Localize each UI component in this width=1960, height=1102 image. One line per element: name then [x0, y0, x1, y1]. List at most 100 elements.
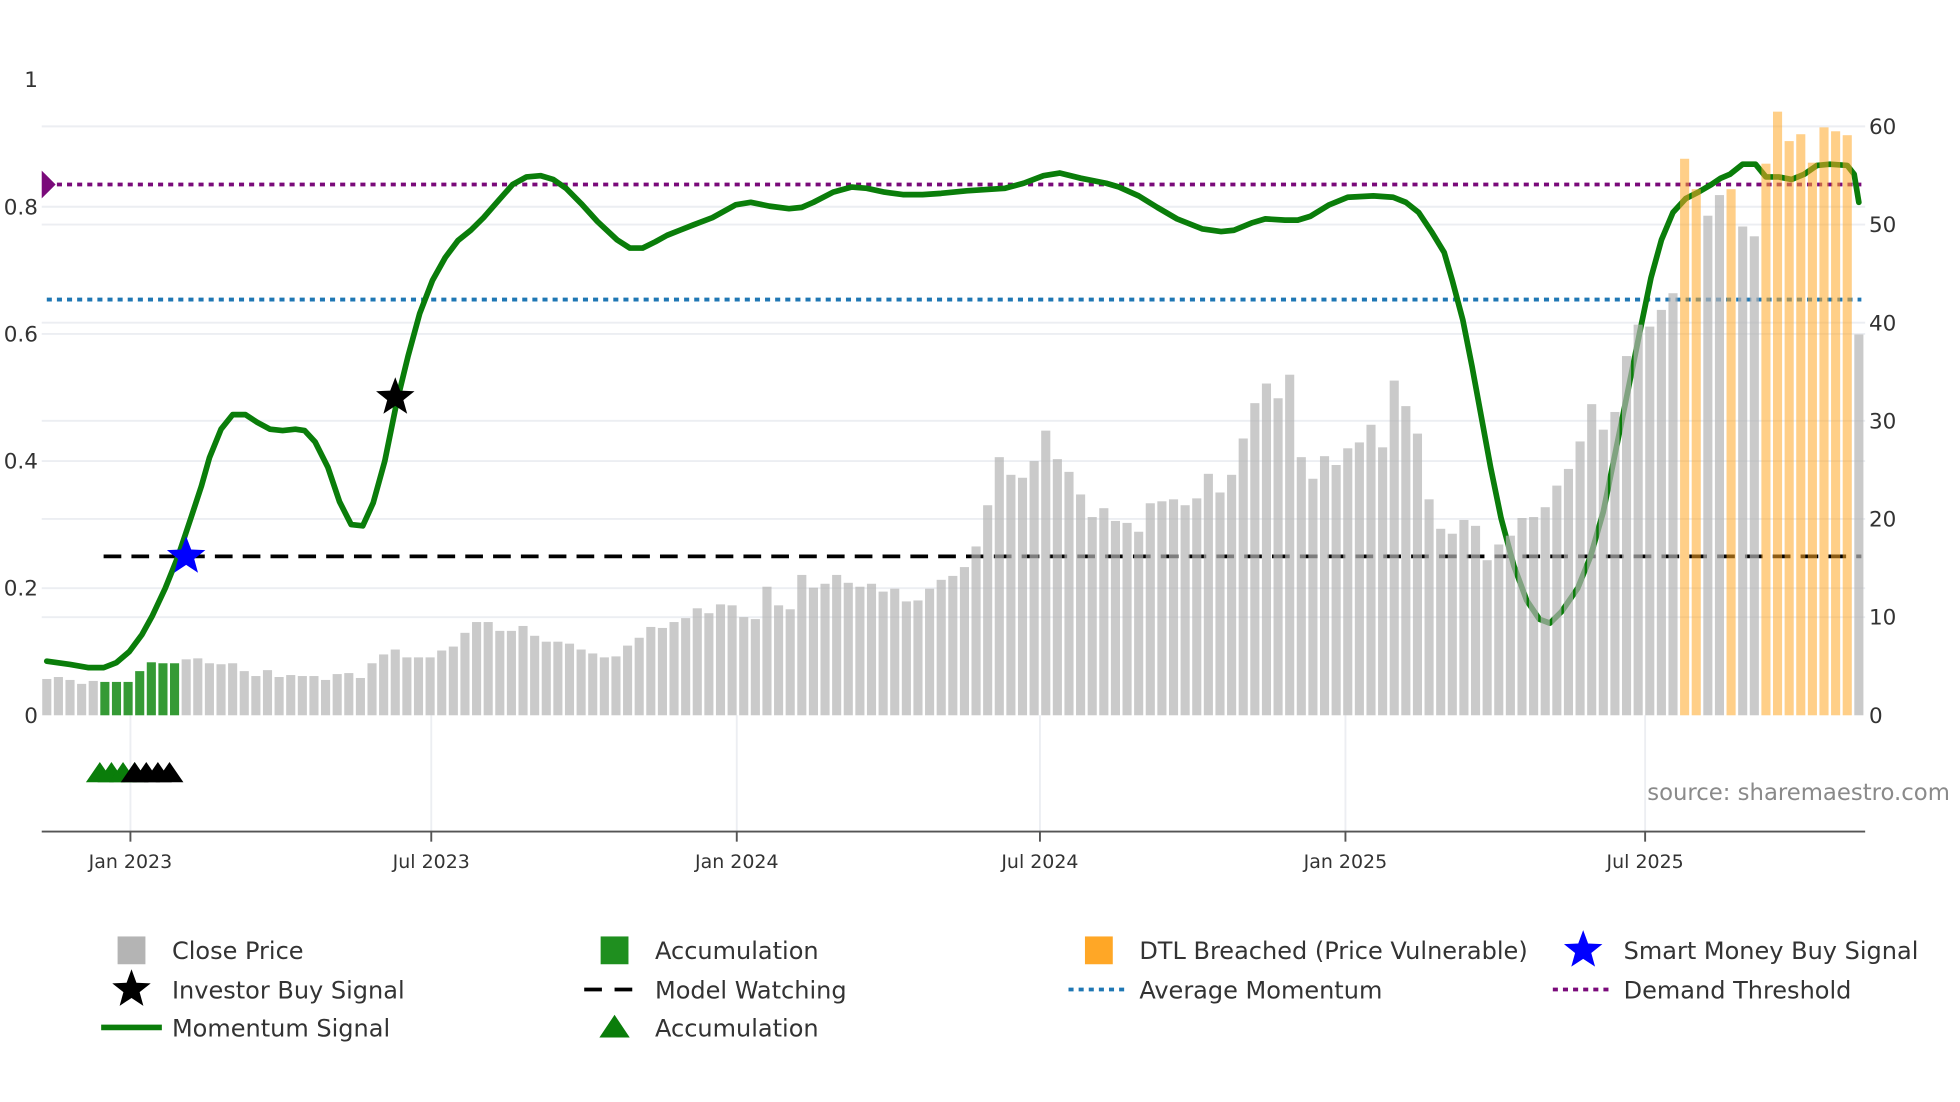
- legend-item: Accumulation: [599, 1014, 819, 1042]
- close-price-bar: [913, 600, 923, 716]
- momentum-chart: Jan 2023 Jul 2023 Jan 2024 Jul 2024 Jan 2025…: [4, 68, 1950, 1042]
- close-price-bar: [1296, 457, 1306, 716]
- close-price-bar: [390, 649, 400, 716]
- close-price-bar: [1575, 441, 1585, 716]
- close-price-bar: [1738, 226, 1748, 716]
- legend-star-icon: [1563, 930, 1603, 967]
- close-price-bar: [1227, 474, 1237, 716]
- close-price-bar: [1134, 531, 1144, 716]
- left-tick-label: 0.2: [4, 577, 38, 602]
- close-price-bar: [657, 627, 667, 716]
- accumulation-bar: [100, 681, 110, 716]
- dtl-breached-bar: [1796, 134, 1806, 716]
- close-price-bar: [1041, 430, 1051, 716]
- left-tick-label: 1: [24, 68, 38, 93]
- close-price-bar: [1110, 520, 1120, 716]
- legend-item: Demand Threshold: [1552, 976, 1852, 1004]
- close-price-bar: [239, 671, 249, 716]
- close-price-bar: [832, 574, 842, 716]
- close-price-bar: [1319, 456, 1330, 716]
- close-price-bar: [1482, 560, 1492, 716]
- close-price-bar: [472, 622, 482, 716]
- close-price-bar: [808, 587, 818, 716]
- close-price-bar: [994, 457, 1004, 716]
- close-price-bar: [1099, 508, 1109, 716]
- close-price-bar: [1157, 501, 1167, 716]
- close-price-bar: [344, 673, 354, 716]
- close-price-bar: [1714, 195, 1725, 716]
- right-tick-label: 20: [1869, 508, 1896, 533]
- close-price-bar: [460, 632, 470, 716]
- close-price-bar: [1168, 499, 1179, 716]
- source-label: source: sharemaestro.com: [1647, 780, 1950, 806]
- close-price-bar: [448, 646, 458, 716]
- legend-item: Momentum Signal: [101, 1014, 390, 1042]
- close-price-bar: [1854, 334, 1864, 716]
- close-price-bar: [1412, 433, 1423, 716]
- close-price-bar: [959, 567, 969, 716]
- close-price-bar: [541, 641, 551, 716]
- close-price-bar: [1215, 492, 1225, 716]
- close-price-bar: [1366, 424, 1376, 716]
- legend-label: Model Watching: [655, 976, 847, 1004]
- close-price-bar: [216, 664, 226, 716]
- close-price-bar: [1273, 398, 1283, 716]
- close-price-bar: [843, 582, 853, 716]
- right-tick-label: 10: [1869, 606, 1896, 631]
- close-price-bar: [785, 609, 795, 716]
- dtl-breached-bar: [1842, 135, 1852, 716]
- close-price-bar: [774, 605, 784, 716]
- close-price-bar: [1052, 459, 1062, 716]
- legend-label: Accumulation: [655, 1014, 819, 1042]
- legend-item: Smart Money Buy Signal: [1563, 930, 1919, 967]
- dtl-breached-bar: [1680, 158, 1690, 716]
- close-price-bar: [1447, 533, 1457, 716]
- close-price-bar: [181, 659, 191, 716]
- legend: Close Price Accumulation DTL Breached (Pri…: [101, 930, 1918, 1042]
- close-price-bar: [1610, 411, 1620, 716]
- close-price-bar: [576, 649, 586, 716]
- close-price-bar: [42, 678, 52, 716]
- legend-triangle-icon: [599, 1014, 630, 1038]
- close-price-bar: [65, 679, 75, 716]
- close-price-bar: [669, 622, 679, 716]
- legend-item: Accumulation: [600, 936, 819, 965]
- close-price-bar: [1354, 442, 1364, 716]
- close-price-bar: [332, 674, 342, 716]
- close-price-bar: [77, 683, 87, 716]
- accumulation-bar: [170, 663, 180, 716]
- close-price-bar: [483, 622, 493, 716]
- x-tick-label: Jan 2023: [88, 851, 173, 873]
- close-price-bar: [88, 680, 98, 716]
- close-price-bar: [681, 618, 691, 716]
- close-price-bar: [1378, 447, 1388, 716]
- legend-label: Smart Money Buy Signal: [1624, 937, 1919, 965]
- legend-item: Average Momentum: [1068, 976, 1382, 1004]
- close-price-bar: [251, 676, 261, 716]
- legend-label: Demand Threshold: [1624, 976, 1852, 1004]
- close-price-bar: [437, 650, 447, 716]
- close-price-bar: [530, 635, 540, 716]
- legend-star-icon: [112, 969, 151, 1006]
- close-price-bar: [1505, 535, 1515, 716]
- signal-markers: [85, 377, 415, 783]
- legend-label: Momentum Signal: [172, 1014, 390, 1042]
- left-tick-label: 0: [24, 704, 38, 729]
- close-price-bar: [1076, 494, 1086, 716]
- close-price-bar: [727, 605, 737, 716]
- close-price-bar: [797, 574, 807, 716]
- right-tick-label: 50: [1869, 213, 1896, 238]
- close-price-bar: [518, 625, 528, 716]
- legend-swatch-icon: [1084, 936, 1113, 965]
- close-price-bar: [1552, 485, 1562, 716]
- dtl-breached-bar: [1761, 163, 1771, 716]
- close-price-bar: [321, 679, 331, 716]
- close-price-bar: [983, 505, 993, 716]
- accumulation-bar: [146, 662, 156, 716]
- x-tick-label: Jul 2023: [392, 851, 470, 873]
- legend-label: DTL Breached (Price Vulnerable): [1139, 937, 1527, 965]
- demand-threshold-marker: [41, 170, 56, 199]
- close-price-bar: [820, 583, 830, 716]
- right-tick-label: 40: [1869, 311, 1896, 336]
- close-price-bar: [1703, 215, 1713, 716]
